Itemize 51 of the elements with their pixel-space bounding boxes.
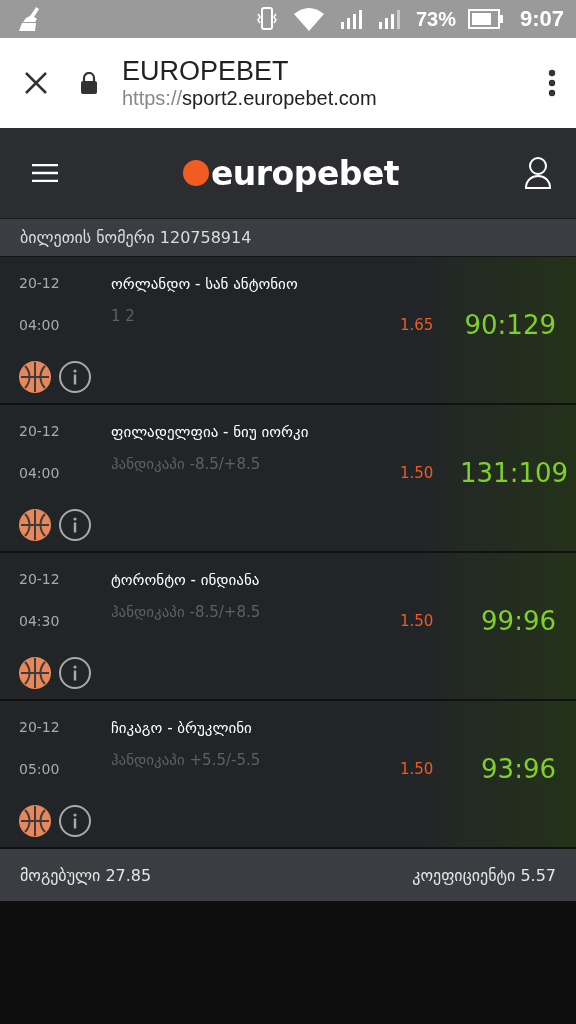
info-icon[interactable] (59, 805, 91, 837)
battery-percent: 73% (415, 7, 456, 31)
ticket-number: ბილეთის ნომერი 120758914 (20, 228, 252, 247)
match-teams: ჩიკაგო - ბრუკლინი (111, 719, 253, 737)
winnings-label: მოგებული 27.85 (20, 865, 152, 885)
bet-market: ჰანდიკაპი -8.5/+8.5 (111, 455, 262, 473)
lock-icon (80, 72, 98, 94)
vibrate-icon (255, 6, 278, 32)
info-icon[interactable] (59, 361, 91, 393)
close-icon[interactable] (24, 71, 48, 95)
final-score: 99:96 (480, 606, 557, 636)
match-date: 20-12 (19, 571, 61, 587)
match-teams: ტორონტო - ინდიანა (111, 571, 261, 589)
match-teams: ფილადელფია - ნიუ იორკი (111, 423, 310, 441)
final-score: 93:96 (480, 754, 557, 784)
logo[interactable]: europebet (210, 153, 400, 193)
more-menu-icon[interactable] (548, 69, 556, 97)
odds: 1.50 (400, 612, 435, 630)
coefficient-label: კოეფიციენტი 5.57 (412, 865, 556, 885)
bet-market: 1 2 (111, 307, 136, 325)
page-title: EUROPEBET (122, 56, 290, 87)
info-icon[interactable] (59, 509, 91, 541)
match-date: 20-12 (19, 275, 61, 291)
basketball-icon (19, 805, 51, 837)
bet-market: ჰანდიკაპი +5.5/-5.5 (111, 751, 262, 769)
signal-icon (339, 8, 362, 30)
odds: 1.65 (400, 316, 435, 334)
basketball-icon (19, 509, 51, 541)
dot-icon (182, 160, 209, 186)
basketball-icon (19, 361, 51, 393)
bet-market: ჰანდიკაპი -8.5/+8.5 (111, 603, 262, 621)
odds: 1.50 (400, 760, 435, 778)
menu-icon[interactable] (32, 164, 58, 182)
match-teams: ორლანდო - სან ანტონიო (111, 275, 299, 293)
info-icon[interactable] (59, 657, 91, 689)
wifi-icon (293, 7, 324, 31)
user-icon[interactable] (524, 156, 552, 190)
final-score: 131:109 (460, 458, 569, 488)
final-score: 90:129 (463, 310, 557, 340)
match-time: 04:00 (19, 317, 61, 333)
odds: 1.50 (400, 464, 435, 482)
signal-icon (377, 8, 400, 30)
basketball-icon (19, 657, 51, 689)
match-time: 04:00 (19, 465, 61, 481)
battery-icon (467, 9, 504, 29)
match-time: 04:30 (19, 613, 61, 629)
match-date: 20-12 (19, 423, 61, 439)
clock: 9:07 (519, 6, 564, 32)
match-time: 05:00 (19, 761, 61, 777)
match-date: 20-12 (19, 719, 61, 735)
page-url: https://sport2.europebet.com (122, 87, 378, 110)
